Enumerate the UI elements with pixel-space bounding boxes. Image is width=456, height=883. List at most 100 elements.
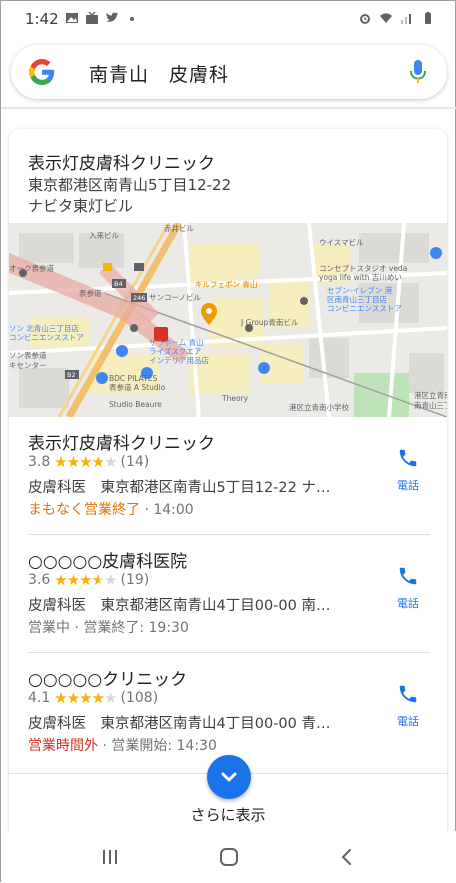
call-label: 電話 bbox=[397, 479, 419, 492]
separator: · bbox=[74, 620, 79, 636]
rating-value: 4.1 bbox=[28, 690, 51, 706]
map-label: Studio Beaure bbox=[109, 400, 162, 409]
google-logo-icon bbox=[29, 59, 55, 85]
map-label: 表参道 bbox=[79, 288, 102, 298]
map-label: コンセプトスタジオ veda bbox=[319, 264, 407, 273]
map[interactable]: 入来ビル 赤井ビル ウイスマビル オーク表参道 表参道 キルフェボン 青山 コン… bbox=[9, 223, 447, 417]
map-label: ソン表参道 bbox=[9, 350, 47, 360]
dot-icon bbox=[130, 17, 134, 21]
review-count: (108) bbox=[120, 690, 159, 706]
system-nav-bar bbox=[1, 831, 456, 883]
separator: · bbox=[102, 738, 107, 754]
map-label: 区南青山三丁目店 bbox=[327, 294, 387, 304]
map-label: セブン-イレブン 港 bbox=[327, 285, 393, 295]
back-icon[interactable] bbox=[335, 845, 359, 869]
map-label: B4 bbox=[114, 280, 123, 288]
star-rating-icon: ★★★★★★★★★★ bbox=[54, 453, 117, 471]
clinic-detail: 皮膚科医 東京都港区南青山4丁目00-00 南… bbox=[28, 598, 331, 614]
list-item[interactable]: ○○○○○クリニック 4.1 ★★★★★★★★★★ (108) 皮膚科医 東京都… bbox=[9, 653, 447, 771]
clinic-name[interactable]: ○○○○○皮膚科医院 bbox=[28, 547, 187, 572]
rating-value: 3.8 bbox=[28, 454, 51, 470]
rating-row: 3.8 ★★★★★★★★★★ (14) bbox=[28, 454, 149, 470]
star-rating-icon: ★★★★★★★★★★ bbox=[54, 689, 117, 707]
map-label: インテリア用品店 bbox=[149, 355, 209, 365]
hours-row: まもなく営業終了 · 14:00 bbox=[28, 499, 194, 519]
featured-address-line1: 東京都港区南青山5丁目12-22 bbox=[28, 176, 232, 194]
call-label: 電話 bbox=[397, 715, 419, 728]
call-button[interactable]: 電話 bbox=[391, 683, 425, 733]
rating-row: 3.6 ★★★★★★★★★★ (19) bbox=[28, 572, 149, 588]
map-label: 246 bbox=[133, 294, 145, 302]
featured-clinic-name[interactable]: 表示灯皮膚科クリニック bbox=[28, 149, 215, 174]
status-time: 1:42 bbox=[25, 10, 59, 28]
mic-icon[interactable] bbox=[409, 59, 427, 85]
separator: · bbox=[144, 502, 149, 518]
clinic-name[interactable]: ○○○○○クリニック bbox=[28, 665, 187, 690]
star-rating-icon: ★★★★★★★★★★ bbox=[54, 571, 117, 589]
map-label: 港区立青南幼稚園 bbox=[414, 390, 447, 400]
signal-icon bbox=[401, 14, 411, 24]
map-label: 港区立青南小学校 bbox=[289, 402, 349, 412]
call-label: 電話 bbox=[397, 597, 419, 610]
map-label: オーク表参道 bbox=[9, 263, 54, 273]
map-label: J Group青南ビル bbox=[240, 317, 299, 327]
open-status: 営業時間外 bbox=[28, 738, 98, 754]
phone-icon bbox=[399, 567, 417, 585]
home-icon[interactable] bbox=[217, 845, 241, 869]
battery-icon bbox=[425, 12, 431, 24]
hours-time: 営業開始: 14:30 bbox=[111, 738, 217, 754]
map-label: 入来ビル bbox=[89, 231, 119, 240]
status-bar: 1:42 bbox=[1, 1, 456, 37]
map-label: ザラホーム 青山 bbox=[149, 337, 204, 347]
map-label: コンビニエンスストア bbox=[9, 333, 84, 342]
search-bar[interactable]: 南青山 皮膚科 bbox=[11, 45, 447, 99]
review-count: (14) bbox=[120, 454, 150, 470]
wifi-icon bbox=[380, 13, 392, 23]
map-label: BDC PILATES bbox=[109, 374, 157, 383]
recents-icon[interactable] bbox=[98, 845, 122, 869]
open-status: まもなく営業終了 bbox=[28, 502, 140, 518]
hours-time: 14:00 bbox=[153, 502, 194, 518]
map-graphic: 入来ビル 赤井ビル ウイスマビル オーク表参道 表参道 キルフェボン 青山 コン… bbox=[9, 223, 447, 417]
search-query[interactable]: 南青山 皮膚科 bbox=[89, 60, 229, 87]
map-label: 表参道 A Studio bbox=[109, 382, 166, 392]
map-label: キセンター bbox=[9, 361, 47, 370]
map-label: ソン 北青山三丁目店 bbox=[9, 323, 79, 333]
chevron-down-icon bbox=[221, 772, 237, 782]
phone-icon bbox=[399, 685, 417, 703]
tv-icon bbox=[86, 11, 98, 24]
map-label: 赤井ビル bbox=[164, 223, 194, 233]
map-label: ライズスクエア bbox=[149, 346, 201, 356]
map-label: サンコーノビル bbox=[149, 293, 202, 302]
hours-time: 営業終了: 19:30 bbox=[83, 620, 189, 636]
alarm-icon bbox=[360, 14, 370, 24]
hours-row: 営業中 · 営業終了: 19:30 bbox=[28, 617, 189, 637]
call-button[interactable]: 電話 bbox=[391, 565, 425, 615]
gallery-icon bbox=[66, 13, 78, 23]
open-status: 営業中 bbox=[28, 620, 70, 636]
featured-address-line2: ナビタ東灯ビル bbox=[28, 197, 134, 215]
hours-row: 営業時間外 · 営業開始: 14:30 bbox=[28, 735, 217, 755]
map-label: Theory bbox=[221, 394, 249, 403]
more-label[interactable]: さらに表示 bbox=[9, 804, 447, 825]
map-label: キルフェボン 青山 bbox=[195, 279, 257, 289]
clinic-detail: 皮膚科医 東京都港区南青山5丁目12-22 ナ… bbox=[28, 480, 331, 496]
clinic-detail: 皮膚科医 東京都港区南青山4丁目00-00 青… bbox=[28, 716, 331, 732]
phone-icon bbox=[399, 449, 417, 467]
clinic-name[interactable]: 表示灯皮膚科クリニック bbox=[28, 429, 215, 454]
expand-button[interactable] bbox=[207, 755, 251, 799]
map-label: コンビニエンスストア bbox=[327, 304, 402, 313]
list-item[interactable]: ○○○○○皮膚科医院 3.6 ★★★★★★★★★★ (19) 皮膚科医 東京都港… bbox=[9, 535, 447, 653]
rating-value: 3.6 bbox=[28, 572, 51, 588]
list-item[interactable]: 表示灯皮膚科クリニック 3.8 ★★★★★★★★★★ (14) 皮膚科医 東京都… bbox=[9, 417, 447, 535]
twitter-icon bbox=[106, 12, 119, 22]
phone-screen: 1:42 南青山 皮膚科 表示灯皮膚科クリニック 東京都港区南青山5丁目12-2… bbox=[0, 0, 456, 883]
map-label: yoga life with 吉川めい bbox=[319, 273, 402, 282]
review-count: (19) bbox=[120, 572, 150, 588]
rating-row: 4.1 ★★★★★★★★★★ (108) bbox=[28, 690, 158, 706]
call-button[interactable]: 電話 bbox=[391, 447, 425, 497]
local-results-card: 表示灯皮膚科クリニック 東京都港区南青山5丁目12-22 ナビタ東灯ビル 入来ビ… bbox=[9, 129, 447, 849]
divider bbox=[1, 107, 456, 109]
map-label: ウイスマビル bbox=[319, 238, 364, 247]
map-label: B2 bbox=[67, 371, 76, 379]
